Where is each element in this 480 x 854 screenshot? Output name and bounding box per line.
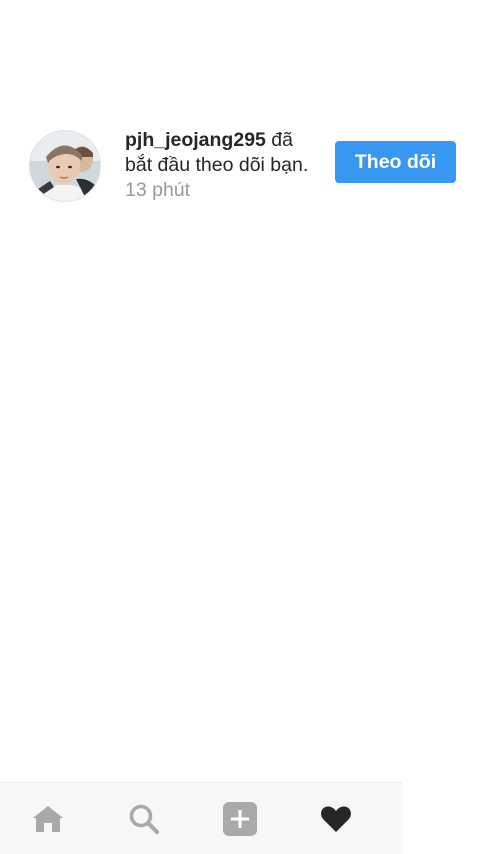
nav-activity[interactable] <box>288 783 384 854</box>
follow-button[interactable]: Theo dõi <box>335 141 456 183</box>
heart-icon <box>321 806 351 832</box>
home-icon <box>33 806 63 832</box>
bottom-navigation <box>0 782 402 854</box>
avatar-photo <box>30 131 100 201</box>
notification-item[interactable]: pjh_jeojang295 đã bắt đầu theo dõi bạn. … <box>0 124 480 208</box>
notification-username[interactable]: pjh_jeojang295 <box>125 129 266 151</box>
avatar[interactable] <box>29 130 101 202</box>
nav-add[interactable] <box>192 783 288 854</box>
nav-home[interactable] <box>0 783 96 854</box>
activity-screen: pjh_jeojang295 đã bắt đầu theo dõi bạn. … <box>0 0 480 854</box>
nav-search[interactable] <box>96 783 192 854</box>
notification-text: pjh_jeojang295 đã bắt đầu theo dõi bạn. … <box>125 128 315 203</box>
add-post-icon <box>223 802 257 836</box>
notification-timestamp: 13 phút <box>125 179 191 201</box>
search-icon <box>129 804 160 835</box>
